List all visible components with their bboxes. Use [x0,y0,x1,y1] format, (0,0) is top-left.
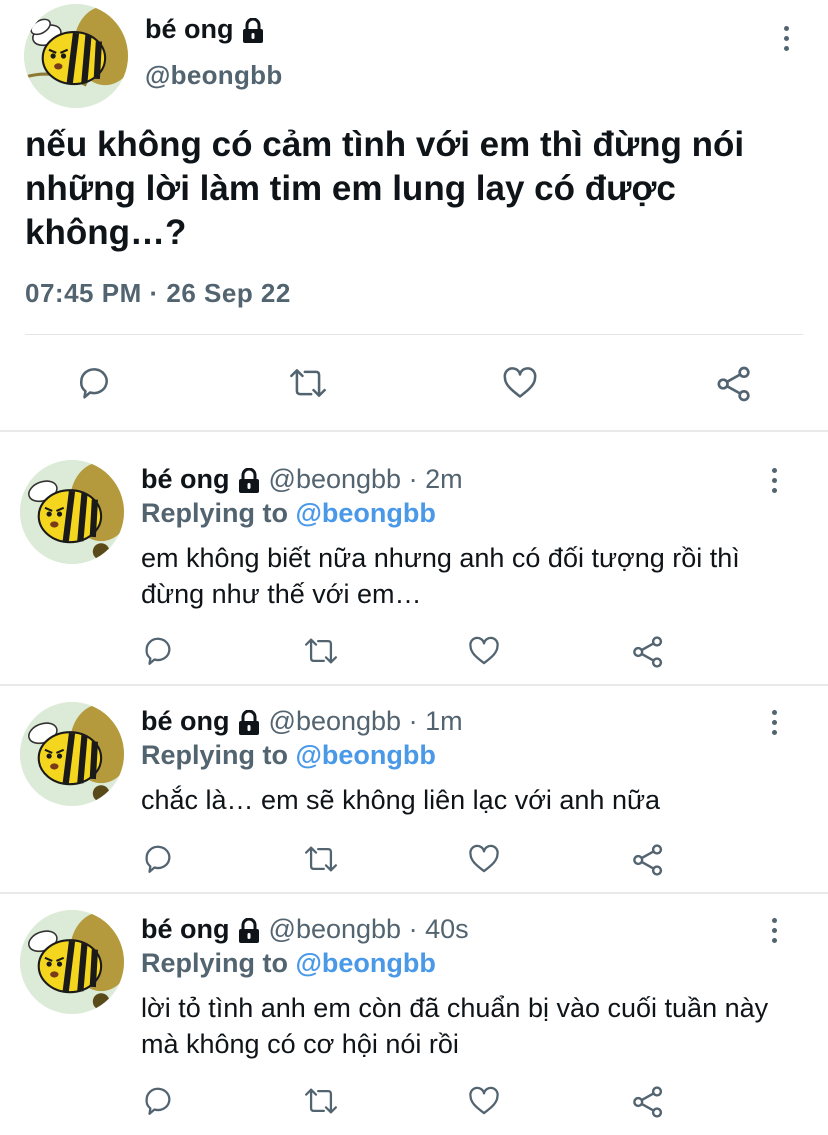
avatar[interactable] [20,460,124,564]
like-button[interactable] [466,634,502,668]
display-name[interactable]: bé ong [145,14,265,45]
replying-label: Replying to [141,498,288,528]
avatar[interactable] [24,4,128,108]
lock-icon [239,467,260,493]
reply-button[interactable] [141,842,175,876]
share-icon [633,1086,663,1118]
reply-icon [80,368,108,399]
reply-tweet[interactable]: bé ong @beongbb · 1m Replying to @beongb… [0,702,828,892]
share-icon [717,366,750,402]
reply-icon [145,1087,171,1115]
share-button[interactable] [630,634,666,670]
display-name[interactable]: bé ong [141,914,230,944]
handle[interactable]: @beongbb [269,706,402,736]
lock-icon [239,709,260,735]
reply-button[interactable] [141,634,175,668]
display-name-text: bé ong [145,14,234,44]
section-divider [0,892,828,894]
retweet-icon [304,846,338,872]
reply-tweet[interactable]: bé ong @beongbb · 40s Replying to @beong… [0,910,828,1135]
display-name[interactable]: bé ong [141,706,230,736]
reply-text: lời tỏ tình anh em còn đã chuẩn bị vào c… [141,993,769,1059]
lock-icon [239,917,260,943]
share-icon [633,844,663,876]
share-button[interactable] [714,364,754,404]
more-icon[interactable] [762,702,786,742]
avatar[interactable] [20,702,124,806]
mention-link[interactable]: @beongbb [296,740,436,770]
timestamp[interactable]: 07:45 PM · 26 Sep 22 [25,278,291,309]
tweet-time: 07:45 PM [25,278,142,308]
reply-age[interactable]: 2m [425,464,463,494]
dot-separator: · [408,464,418,494]
heart-icon [469,844,499,873]
reply-header: bé ong @beongbb · 40s [141,914,469,945]
more-icon[interactable] [762,910,786,950]
retweet-button[interactable] [287,364,329,402]
section-divider [0,684,828,686]
retweet-button[interactable] [302,1084,340,1118]
like-button[interactable] [466,842,502,876]
reply-age[interactable]: 1m [425,706,463,736]
reply-header: bé ong @beongbb · 1m [141,706,463,737]
more-icon[interactable] [774,18,798,58]
retweet-icon [304,638,338,664]
timestamp-separator: · [149,278,159,308]
share-button[interactable] [630,1084,666,1120]
share-icon [633,636,663,668]
retweet-button[interactable] [302,634,340,668]
reply-text: em không biết nữa nhưng anh có đối tượng… [141,543,740,609]
reply-header: bé ong @beongbb · 2m [141,464,463,495]
heart-icon [503,367,537,398]
divider [25,334,803,335]
reply-icon [145,637,171,665]
lock-icon [243,17,264,43]
replying-label: Replying to [141,948,288,978]
retweet-icon [290,369,326,397]
more-icon[interactable] [762,460,786,500]
reply-age[interactable]: 40s [425,914,469,944]
like-button[interactable] [466,1084,502,1118]
reply-tweet[interactable]: bé ong @beongbb · 2m Replying to @beongb… [0,460,828,684]
reply-text: chắc là… em sẽ không liên lạc với anh nữ… [141,785,661,815]
replying-to: Replying to @beongbb [141,498,436,529]
mention-link[interactable]: @beongbb [296,498,436,528]
replying-label: Replying to [141,740,288,770]
reply-button[interactable] [141,1084,175,1118]
handle[interactable]: @beongbb [145,60,283,91]
handle[interactable]: @beongbb [269,914,402,944]
reply-button[interactable] [75,364,113,402]
retweet-button[interactable] [302,842,340,876]
dot-separator: · [408,914,418,944]
retweet-icon [304,1088,338,1114]
display-name[interactable]: bé ong [141,464,230,494]
tweet-text: nếu không có cảm tình với em thì đừng nó… [25,125,745,252]
heart-icon [469,636,499,665]
handle[interactable]: @beongbb [269,464,402,494]
avatar[interactable] [20,910,124,1014]
share-button[interactable] [630,842,666,878]
dot-separator: · [408,706,418,736]
replying-to: Replying to @beongbb [141,948,436,979]
tweet-date: 26 Sep 22 [166,278,291,308]
reply-icon [145,845,171,873]
heart-icon [469,1086,499,1115]
mention-link[interactable]: @beongbb [296,948,436,978]
like-button[interactable] [500,364,540,402]
replying-to: Replying to @beongbb [141,740,436,771]
section-divider [0,430,828,432]
